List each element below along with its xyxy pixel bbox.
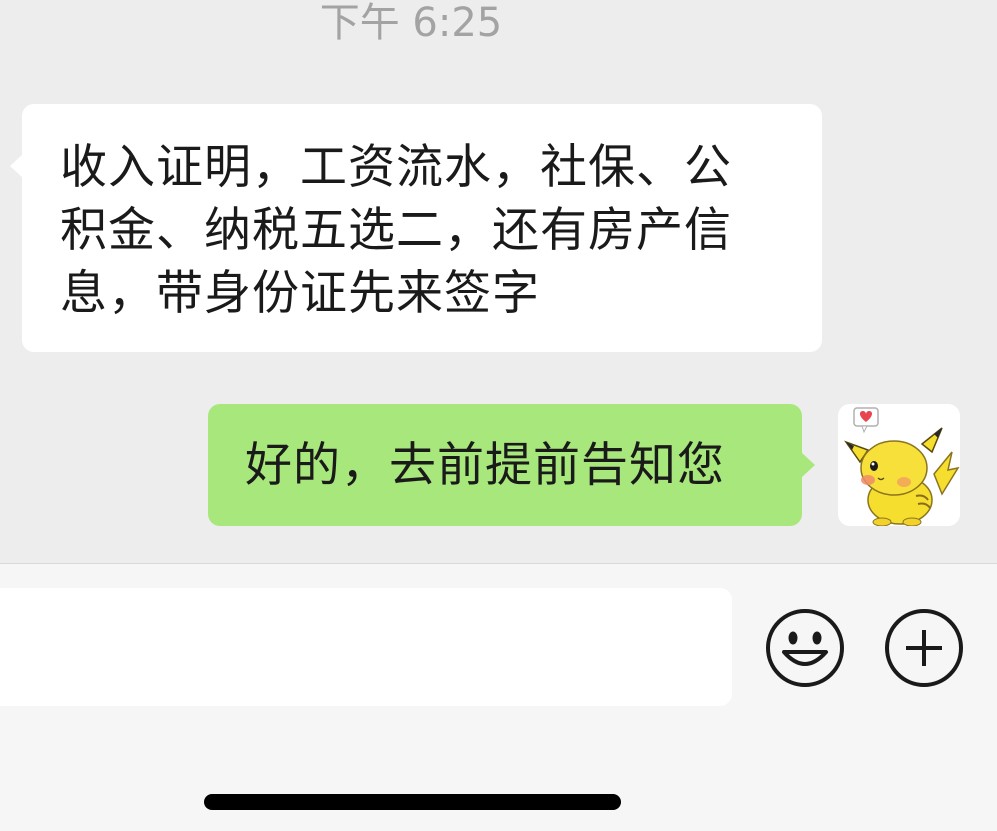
incoming-message-bubble[interactable]: 收入证明，工资流水，社保、公 积金、纳税五选二，还有房产信 息，带身份证先来签字	[10, 104, 822, 352]
smiley-icon-glyph	[766, 609, 844, 687]
avatar-image	[838, 404, 960, 526]
message-text: 好的，去前提前告知您	[245, 438, 725, 493]
chat-area: 下午 6:25 收入证明，工资流水，社保、公 积金、纳税五选二，还有房产信 息，…	[0, 0, 997, 563]
plus-circle-icon-glyph	[885, 609, 963, 687]
smiley-icon[interactable]	[765, 608, 845, 688]
message-line: 息，带身份证先来签字	[60, 266, 540, 321]
home-indicator[interactable]	[204, 794, 621, 810]
message-line: 积金、纳税五选二，还有房产信	[60, 203, 732, 258]
input-bar	[0, 563, 997, 831]
pikachu-avatar-icon[interactable]	[838, 404, 960, 526]
message-line: 收入证明，工资流水，社保、公	[60, 140, 732, 195]
message-input[interactable]	[0, 588, 732, 706]
outgoing-message-bubble[interactable]: 好的，去前提前告知您	[208, 404, 815, 526]
message-timestamp: 下午 6:25	[319, 0, 503, 46]
plus-circle-icon[interactable]	[884, 608, 964, 688]
